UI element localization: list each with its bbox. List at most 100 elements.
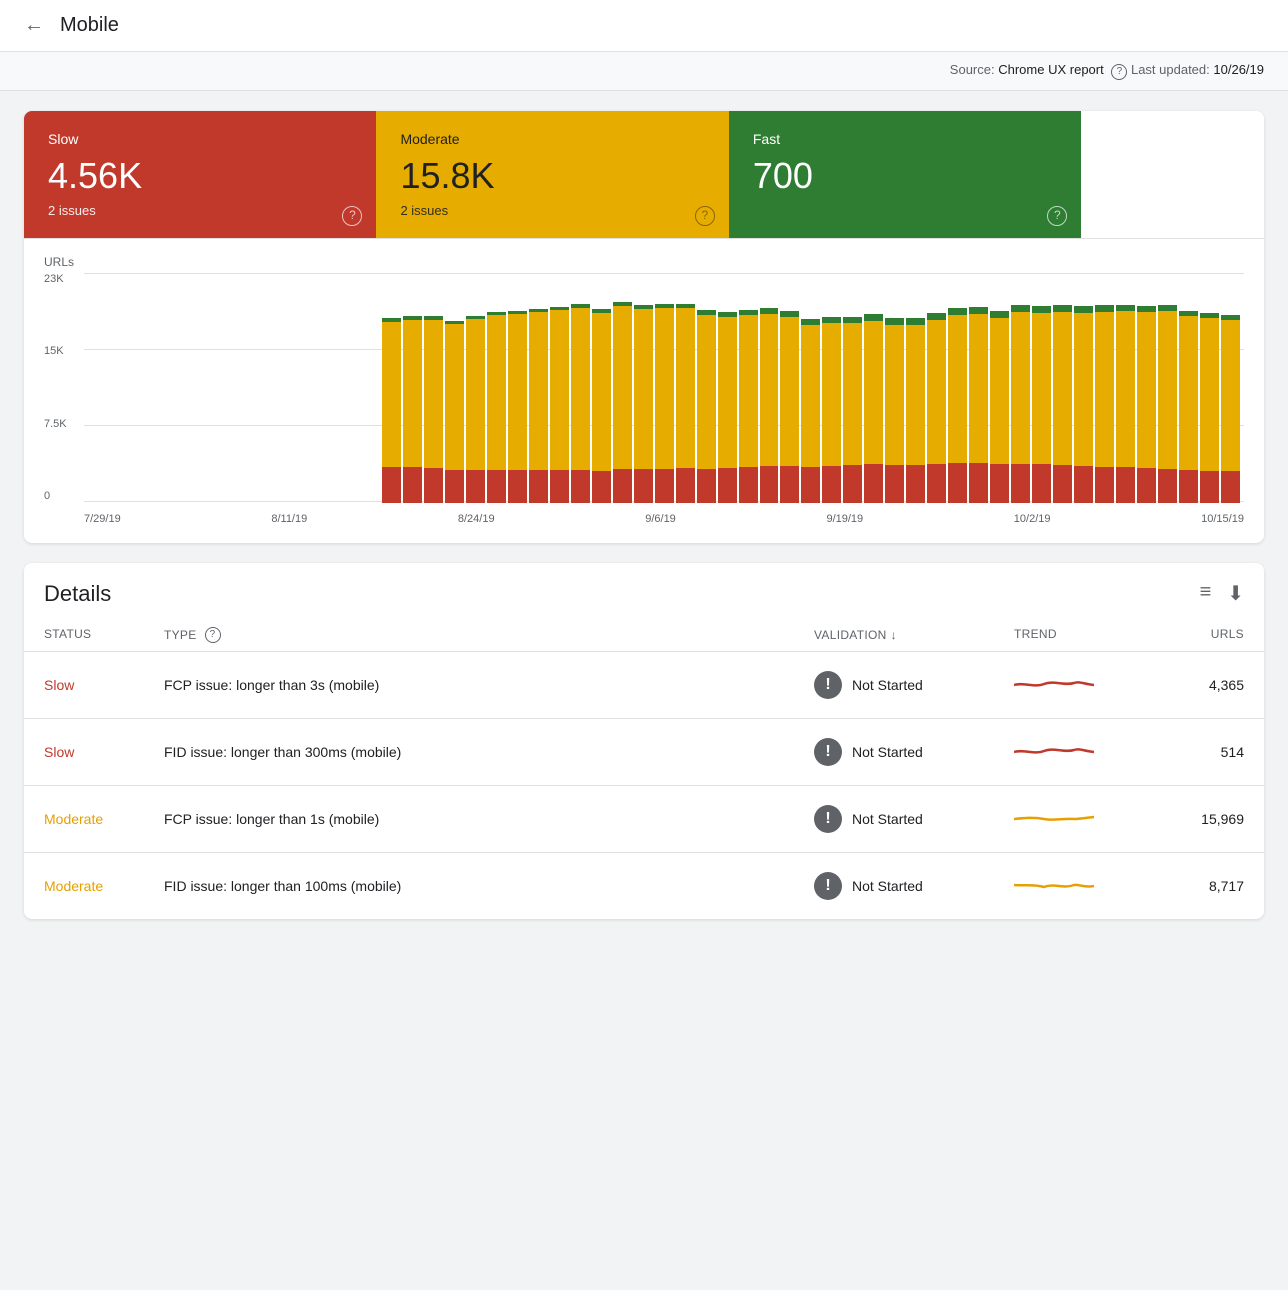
validation-status-icon: ! — [814, 872, 842, 900]
bar-group — [801, 273, 820, 503]
row-status: Slow — [44, 677, 164, 693]
bar-group — [739, 273, 758, 503]
bar-group — [760, 273, 779, 503]
validation-status-icon: ! — [814, 805, 842, 833]
moderate-issues: 2 issues — [400, 203, 704, 218]
bar-group — [1179, 273, 1198, 503]
details-card: Details ≡ ⬇ Status Type ? Validation ↓ T… — [24, 563, 1264, 919]
col-trend: Trend — [1014, 627, 1164, 643]
row-status: Moderate — [44, 878, 164, 894]
source-help-icon[interactable]: ? — [1111, 64, 1127, 80]
bar-group — [592, 273, 611, 503]
y-tick-7k: 7.5K — [44, 418, 67, 430]
moderate-value: 15.8K — [400, 155, 704, 197]
table-row[interactable]: Moderate FID issue: longer than 100ms (m… — [24, 853, 1264, 919]
col-validation[interactable]: Validation ↓ — [814, 627, 1014, 643]
details-actions: ≡ ⬇ — [1200, 581, 1244, 606]
row-urls: 15,969 — [1164, 811, 1244, 827]
bar-group — [864, 273, 883, 503]
type-help-icon[interactable]: ? — [205, 627, 221, 643]
bar-group — [529, 273, 548, 503]
x-tick-1: 7/29/19 — [84, 513, 121, 525]
moderate-tile: Moderate 15.8K 2 issues ? — [376, 111, 728, 238]
x-tick-6: 10/2/19 — [1014, 513, 1051, 525]
bars-area — [84, 273, 1244, 503]
x-tick-2: 8/11/19 — [271, 513, 307, 525]
bar-group — [1074, 273, 1093, 503]
row-validation: ! Not Started — [814, 738, 1014, 766]
bar-group — [214, 273, 233, 503]
bar-group — [361, 273, 380, 503]
row-validation: ! Not Started — [814, 805, 1014, 833]
bar-group — [613, 273, 632, 503]
bar-group — [193, 273, 212, 503]
slow-issues: 2 issues — [48, 203, 352, 218]
source-label: Source: — [950, 62, 995, 77]
summary-section: Slow 4.56K 2 issues ? Moderate 15.8K 2 i… — [24, 111, 1264, 239]
row-trend — [1014, 804, 1164, 834]
source-bar: Source: Chrome UX report ? Last updated:… — [0, 52, 1288, 91]
back-button[interactable]: ← — [24, 14, 44, 37]
table-row[interactable]: Slow FID issue: longer than 300ms (mobil… — [24, 719, 1264, 786]
bar-group — [298, 273, 317, 503]
validation-sort-icon: ↓ — [891, 628, 897, 642]
bar-group — [319, 273, 338, 503]
filter-icon[interactable]: ≡ — [1200, 581, 1212, 606]
col-status: Status — [44, 627, 164, 643]
table-row[interactable]: Slow FCP issue: longer than 3s (mobile) … — [24, 652, 1264, 719]
row-status: Moderate — [44, 811, 164, 827]
validation-text: Not Started — [852, 677, 923, 693]
row-trend — [1014, 737, 1164, 767]
bar-group — [1053, 273, 1072, 503]
bar-group — [424, 273, 443, 503]
bar-group — [277, 273, 296, 503]
bar-group — [340, 273, 359, 503]
bar-group — [697, 273, 716, 503]
trend-sparkline — [1014, 737, 1094, 767]
header: ← Mobile — [0, 0, 1288, 52]
main-content: Slow 4.56K 2 issues ? Moderate 15.8K 2 i… — [0, 91, 1288, 939]
table-header: Status Type ? Validation ↓ Trend URLs — [24, 619, 1264, 652]
bar-group — [906, 273, 925, 503]
slow-help-icon[interactable]: ? — [342, 206, 362, 226]
trend-sparkline — [1014, 871, 1094, 901]
y-tick-23k: 23K — [44, 273, 67, 285]
fast-tile: Fast 700 ? — [729, 111, 1081, 238]
bar-group — [1032, 273, 1051, 503]
fast-value: 700 — [753, 155, 1057, 197]
bar-group — [109, 273, 128, 503]
bar-group — [172, 273, 191, 503]
bar-group — [718, 273, 737, 503]
row-validation: ! Not Started — [814, 671, 1014, 699]
table-rows-container: Slow FCP issue: longer than 3s (mobile) … — [24, 652, 1264, 919]
bar-group — [885, 273, 904, 503]
moderate-label: Moderate — [400, 131, 704, 147]
download-icon[interactable]: ⬇ — [1227, 581, 1244, 606]
row-urls: 514 — [1164, 744, 1244, 760]
bar-group — [487, 273, 506, 503]
chart-y-axis: 0 7.5K 15K 23K — [44, 273, 67, 503]
summary-chart-card: Slow 4.56K 2 issues ? Moderate 15.8K 2 i… — [24, 111, 1264, 543]
row-type: FID issue: longer than 300ms (mobile) — [164, 744, 814, 760]
bar-group — [508, 273, 527, 503]
table-row[interactable]: Moderate FCP issue: longer than 1s (mobi… — [24, 786, 1264, 853]
bar-group — [88, 273, 107, 503]
fast-help-icon[interactable]: ? — [1047, 206, 1067, 226]
validation-status-icon: ! — [814, 671, 842, 699]
row-validation: ! Not Started — [814, 872, 1014, 900]
chart-x-axis: 7/29/19 8/11/19 8/24/19 9/6/19 9/19/19 1… — [84, 505, 1244, 533]
page-title: Mobile — [60, 14, 119, 37]
moderate-help-icon[interactable]: ? — [695, 206, 715, 226]
bar-group — [571, 273, 590, 503]
bar-group — [151, 273, 170, 503]
bar-group — [1011, 273, 1030, 503]
y-tick-15k: 15K — [44, 345, 67, 357]
bar-group — [843, 273, 862, 503]
row-status: Slow — [44, 744, 164, 760]
chart-y-label: URLs — [44, 255, 1244, 269]
validation-text: Not Started — [852, 878, 923, 894]
row-urls: 4,365 — [1164, 677, 1244, 693]
bar-group — [927, 273, 946, 503]
trend-sparkline — [1014, 804, 1094, 834]
trend-sparkline — [1014, 670, 1094, 700]
